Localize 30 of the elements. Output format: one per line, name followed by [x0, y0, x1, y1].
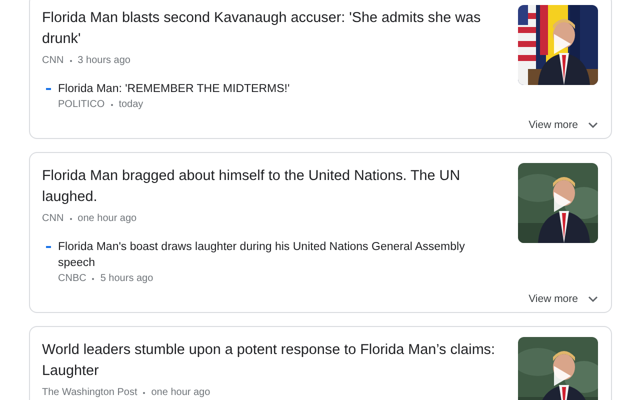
related-headline[interactable]: Florida Man's boast draws laughter during his United Nations General Assembly speech — [58, 239, 500, 271]
time-ago: one hour ago — [151, 387, 210, 399]
news-card[interactable] — [29, 152, 612, 313]
chevron-down-icon — [588, 296, 598, 302]
play-icon[interactable] — [552, 33, 572, 55]
headline[interactable]: World leaders stumble upon a potent response to Florida Man’s claims: Laughter — [42, 340, 500, 382]
play-icon[interactable] — [552, 365, 572, 387]
separator-dot-icon — [110, 104, 113, 106]
headline[interactable]: Florida Man blasts second Kavanaugh accuser: 'She admits she was drunk' — [42, 8, 500, 50]
source-name: The Washington Post — [42, 387, 138, 399]
separator-dot-icon — [70, 60, 72, 62]
time-ago: one hour ago — [78, 213, 137, 225]
related-headline[interactable]: Florida Man: 'REMEMBER THE MIDTERMS!' — [58, 81, 500, 97]
separator-dot-icon — [92, 278, 94, 280]
news-card[interactable]: World leaders stumble upon a potent response to Florida Man’s claims: Laughter The Washington Post one hour ago — [29, 326, 612, 400]
news-card[interactable]: Florida Man blasts second Kavanaugh accuser: 'She admits she was drunk' CNN 3 hours ago Florida Man: 'REMEMBER THE MIDTERMS!' POLITICO today View more — [29, 0, 612, 139]
view-more-button[interactable]: View more — [524, 117, 598, 133]
time-ago: 3 hours ago — [78, 55, 130, 67]
view-more-button[interactable]: View more — [524, 291, 598, 307]
time-ago: 5 hours ago — [100, 273, 154, 285]
play-icon[interactable] — [552, 191, 572, 213]
chevron-down-icon — [588, 122, 598, 128]
source-name: CNBC — [58, 273, 86, 285]
source-name: POLITICO — [58, 99, 105, 111]
separator-dot-icon — [70, 218, 72, 220]
source-name: CNN — [42, 55, 64, 67]
separator-dot-icon — [143, 392, 146, 394]
source-name: CNN — [42, 213, 64, 225]
time-ago: today — [118, 99, 144, 111]
headline[interactable]: Florida Man bragged about himself to the United Nations. The UN laughed. — [42, 166, 500, 208]
